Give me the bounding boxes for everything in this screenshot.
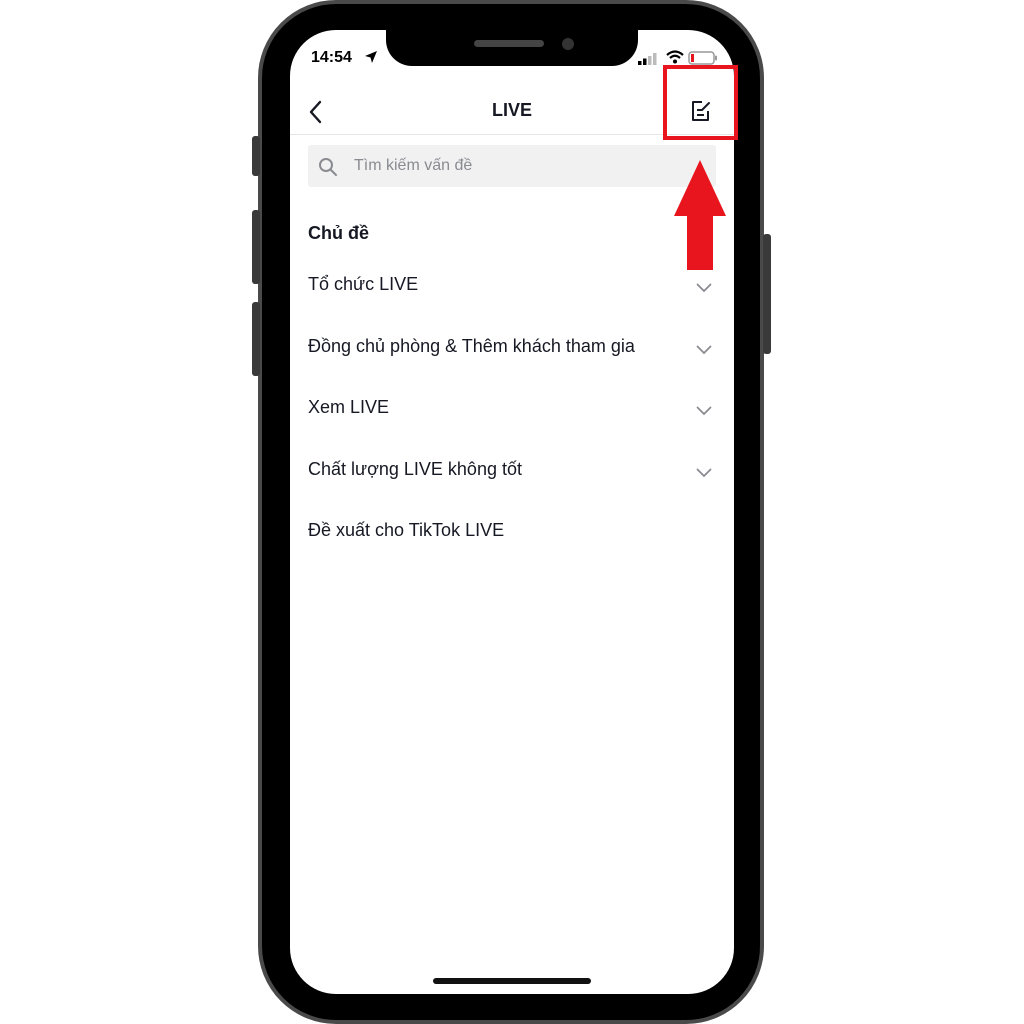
power-button	[763, 234, 771, 354]
silent-switch	[252, 136, 260, 176]
topic-label: Tổ chức LIVE	[308, 274, 419, 294]
topic-label: Xem LIVE	[308, 397, 390, 417]
search-input[interactable]	[348, 145, 720, 187]
speaker	[474, 40, 544, 47]
section-title: Chủ đề	[308, 223, 369, 243]
topic-label: Đồng chủ phòng & Thêm khách tham gia	[308, 335, 635, 356]
status-time: 14:54	[311, 49, 352, 66]
phone-screen: 14:54 LIVE Tìm kiếm vấn đề Chủ đề Tổ chứ…	[290, 30, 734, 994]
volume-down-button	[252, 302, 260, 376]
topic-item[interactable]: Chất lượng LIVE không tốt	[290, 439, 734, 501]
topic-item[interactable]: Tổ chức LIVE	[290, 254, 734, 316]
topic-label: Chất lượng LIVE không tốt	[308, 458, 522, 479]
chevron-down-icon	[696, 403, 712, 421]
annotation-arrow-up-icon	[671, 158, 729, 277]
front-camera	[562, 38, 574, 50]
annotation-highlight-box	[663, 65, 738, 140]
chevron-down-icon	[696, 342, 712, 360]
topic-label: Đề xuất cho TikTok LIVE	[308, 520, 505, 540]
topic-item[interactable]: Đề xuất cho TikTok LIVE	[290, 500, 734, 562]
chevron-down-icon	[696, 465, 712, 483]
volume-up-button	[252, 210, 260, 284]
notch	[386, 30, 638, 66]
topic-item[interactable]: Xem LIVE	[290, 377, 734, 439]
location-arrow-icon	[364, 50, 378, 69]
topic-item[interactable]: Đồng chủ phòng & Thêm khách tham gia	[290, 316, 734, 378]
search-box	[308, 145, 720, 187]
topic-list: Tổ chức LIVE Đồng chủ phòng & Thêm khách…	[290, 254, 734, 562]
chevron-down-icon	[696, 280, 712, 298]
home-indicator[interactable]	[433, 978, 591, 984]
search-icon	[318, 157, 338, 182]
cellular-signal-icon	[638, 52, 660, 70]
